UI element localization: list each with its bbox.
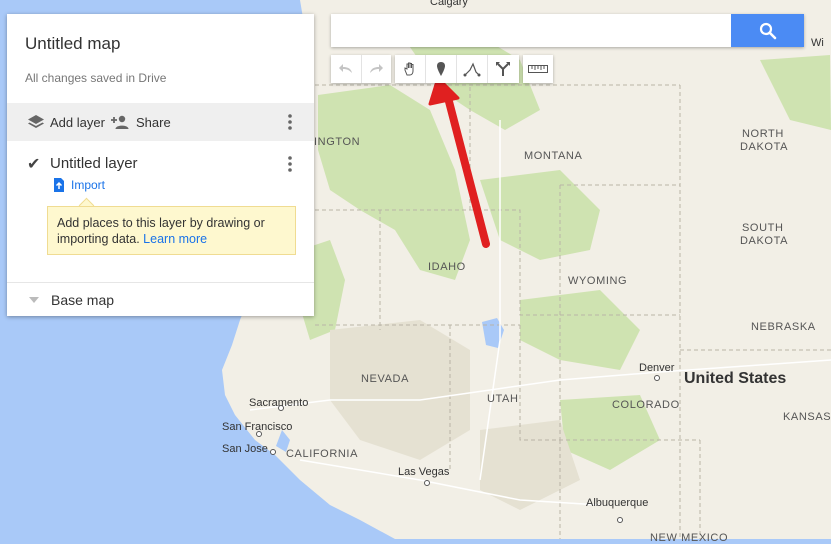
add-layer-label: Add layer bbox=[50, 114, 105, 130]
label-california: CALIFORNIA bbox=[286, 448, 359, 460]
city-dot-las-vegas bbox=[424, 480, 430, 486]
redo-icon bbox=[370, 64, 384, 73]
panel-divider bbox=[7, 282, 314, 283]
hand-icon bbox=[404, 62, 414, 76]
base-map-toggle[interactable]: Base map bbox=[27, 292, 114, 308]
label-nebraska: NEBRASKA bbox=[751, 321, 816, 333]
undo-button[interactable] bbox=[331, 55, 362, 83]
search-input[interactable] bbox=[331, 14, 731, 47]
label-utah: UTAH bbox=[487, 393, 519, 405]
layer-action-bar: Add layer Share bbox=[7, 103, 314, 141]
import-link[interactable]: Import bbox=[53, 178, 105, 192]
city-dot-san-jose bbox=[270, 449, 276, 455]
add-person-icon bbox=[111, 115, 129, 129]
city-dot-albuquerque bbox=[617, 517, 623, 523]
label-north-dakota-2: DAKOTA bbox=[740, 141, 789, 153]
search-icon bbox=[759, 22, 776, 39]
drawing-toolbar bbox=[395, 55, 519, 83]
layer-options-menu-button[interactable] bbox=[282, 154, 298, 174]
layer-title[interactable]: Untitled layer bbox=[50, 155, 138, 172]
label-montana: MONTANA bbox=[524, 150, 583, 162]
map-options-menu-button[interactable] bbox=[282, 112, 298, 132]
save-status: All changes saved in Drive bbox=[25, 71, 167, 85]
share-label: Share bbox=[136, 114, 171, 130]
undo-redo-toolbar bbox=[331, 55, 391, 83]
city-dot-denver bbox=[654, 375, 660, 381]
label-united-states: United States bbox=[684, 370, 787, 387]
label-denver: Denver bbox=[639, 362, 675, 374]
label-sacramento: Sacramento bbox=[249, 397, 309, 409]
map-side-panel: Untitled map All changes saved in Drive … bbox=[7, 14, 314, 316]
select-pan-button[interactable] bbox=[395, 55, 426, 83]
measure-button[interactable] bbox=[523, 55, 553, 83]
label-nevada: NEVADA bbox=[361, 373, 410, 385]
import-label: Import bbox=[71, 178, 106, 192]
label-winnipeg-partial: Wi bbox=[811, 37, 824, 49]
label-albuquerque: Albuquerque bbox=[586, 497, 649, 509]
label-kansas: KANSAS bbox=[783, 411, 831, 423]
map-title[interactable]: Untitled map bbox=[25, 34, 120, 54]
draw-line-icon bbox=[463, 62, 481, 77]
label-san-jose: San Jose bbox=[222, 443, 268, 455]
label-south-dakota-2: DAKOTA bbox=[740, 235, 789, 247]
undo-icon bbox=[338, 64, 352, 73]
more-vert-icon bbox=[288, 156, 292, 172]
label-south-dakota: SOUTH bbox=[742, 222, 784, 234]
layer-visibility-checkbox[interactable]: ✔ bbox=[27, 154, 40, 174]
label-san-francisco: San Francisco bbox=[222, 421, 293, 433]
add-layer-button[interactable]: Add layer bbox=[27, 103, 105, 141]
ruler-icon bbox=[528, 65, 548, 73]
expand-triangle-icon bbox=[27, 293, 41, 307]
draw-line-button[interactable] bbox=[457, 55, 488, 83]
label-colorado: COLORADO bbox=[612, 399, 680, 411]
learn-more-link[interactable]: Learn more bbox=[143, 232, 207, 246]
layers-icon bbox=[28, 115, 44, 128]
import-file-icon bbox=[54, 178, 64, 192]
directions-icon bbox=[496, 62, 510, 76]
add-marker-button[interactable] bbox=[426, 55, 457, 83]
label-calgary: Calgary bbox=[430, 0, 468, 8]
label-las-vegas: Las Vegas bbox=[398, 466, 450, 478]
add-directions-button[interactable] bbox=[488, 55, 518, 83]
redo-button[interactable] bbox=[362, 55, 392, 83]
marker-icon bbox=[437, 62, 445, 76]
search-box bbox=[331, 14, 804, 47]
label-north-dakota: NORTH bbox=[742, 128, 784, 140]
label-wyoming: WYOMING bbox=[568, 275, 628, 287]
label-idaho: IDAHO bbox=[428, 261, 466, 273]
layer-hint-tooltip: Add places to this layer by drawing or i… bbox=[47, 206, 296, 255]
measure-toolbar bbox=[523, 55, 553, 83]
more-vert-icon bbox=[288, 114, 292, 130]
base-map-label: Base map bbox=[51, 292, 115, 308]
search-button[interactable] bbox=[731, 14, 804, 47]
label-new-mexico: NEW MEXICO bbox=[650, 532, 729, 544]
share-button[interactable]: Share bbox=[111, 103, 171, 141]
label-washington: INGTON bbox=[314, 136, 361, 148]
